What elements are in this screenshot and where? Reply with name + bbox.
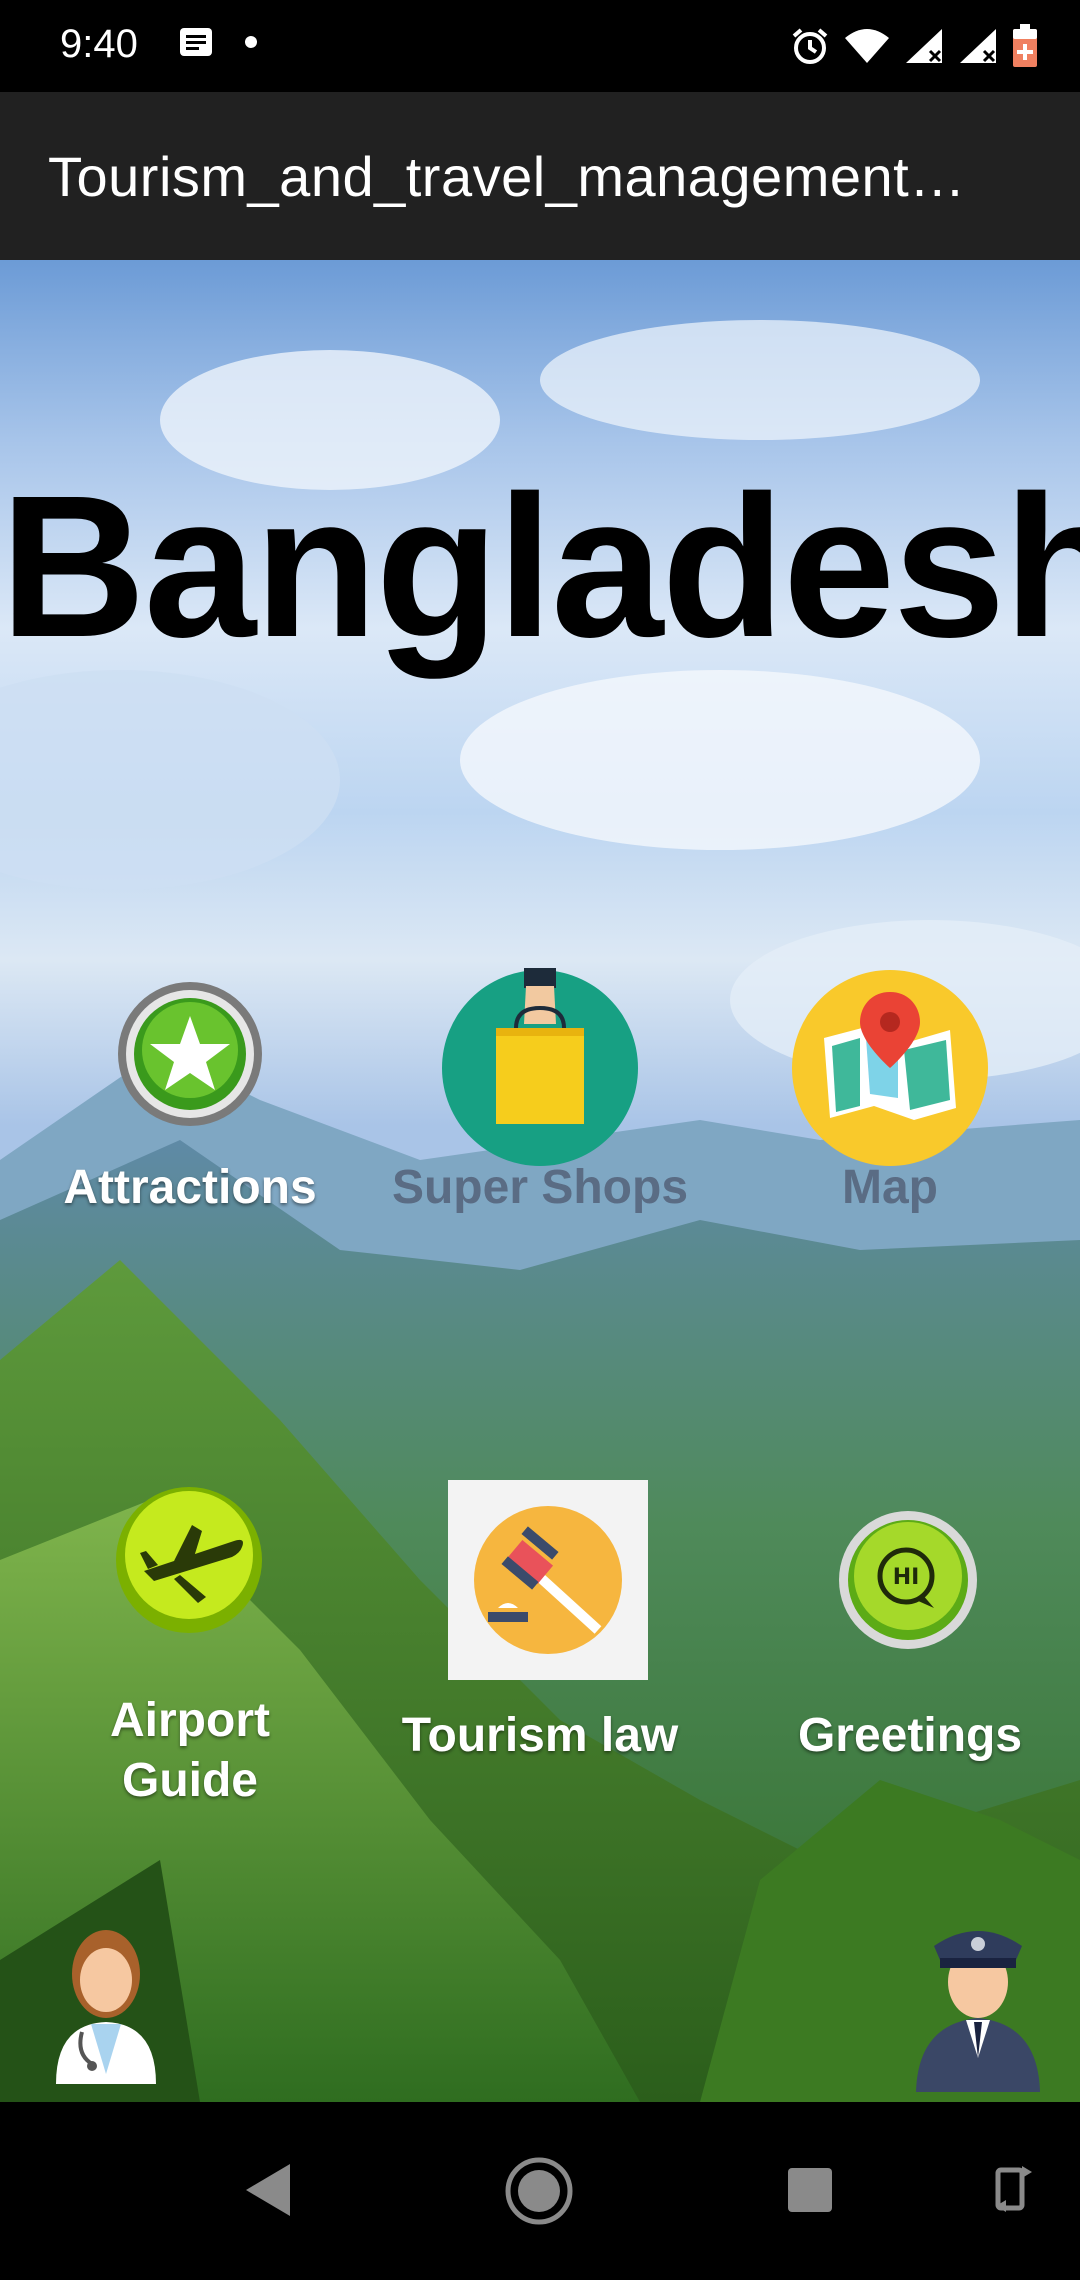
attractions-tile[interactable]: Attractions xyxy=(60,980,320,1260)
super-shops-label: Super Shops xyxy=(391,1161,689,1214)
battery-charging-icon xyxy=(1013,24,1037,67)
recents-icon[interactable] xyxy=(786,2166,834,2214)
app-title: Tourism_and_travel_management… xyxy=(48,145,966,208)
tourism-law-label: Tourism law xyxy=(401,1709,679,1762)
airport-guide-label-line2: Guide xyxy=(121,1754,258,1807)
status-time: 9:40 xyxy=(60,22,138,66)
status-bar: 9:40 xyxy=(0,0,1080,92)
map-tile[interactable]: Map xyxy=(780,968,1000,1260)
signal-icon xyxy=(906,29,942,63)
star-icon xyxy=(118,982,262,1126)
doctor-button[interactable] xyxy=(36,1914,176,2084)
map-label: Map xyxy=(842,1161,938,1214)
signal-icon xyxy=(960,29,996,63)
attractions-label: Attractions xyxy=(63,1161,317,1214)
super-shops-tile[interactable]: Super Shops xyxy=(390,968,690,1260)
chat-hi-icon: HI xyxy=(839,1511,977,1649)
home-icon[interactable] xyxy=(504,2156,574,2226)
airport-guide-tile[interactable]: Airport Guide xyxy=(60,1485,320,1825)
navigation-bar xyxy=(0,2102,1080,2280)
greetings-tile[interactable]: HI Greetings xyxy=(780,1510,1040,1810)
svg-text:HI: HI xyxy=(893,1565,920,1590)
police-button[interactable] xyxy=(908,1908,1048,2092)
status-right-icons xyxy=(790,24,1038,68)
app-bar: Tourism_and_travel_management… xyxy=(0,92,1080,260)
back-icon[interactable] xyxy=(242,2162,292,2218)
notification-icon xyxy=(180,28,212,56)
gavel-icon xyxy=(448,1480,648,1680)
doctor-avatar-icon xyxy=(56,1930,156,2084)
police-avatar-icon xyxy=(916,1931,1040,2092)
dot-icon xyxy=(245,36,257,48)
tourism-law-tile[interactable]: Tourism law xyxy=(390,1480,690,1800)
alarm-icon xyxy=(792,28,828,64)
shopping-bag-icon xyxy=(442,968,638,1166)
wifi-icon xyxy=(845,29,889,63)
greetings-label: Greetings xyxy=(797,1709,1023,1762)
airplane-icon xyxy=(116,1487,262,1633)
map-icon xyxy=(792,970,988,1166)
airport-guide-label-line1: Airport xyxy=(110,1694,270,1747)
status-left-icons xyxy=(178,26,258,58)
rotate-icon[interactable] xyxy=(992,2162,1036,2216)
hero-title: Bangladesh xyxy=(0,453,1080,679)
main-content: Bangladesh Attractions Super Shops Map A… xyxy=(0,260,1080,2102)
